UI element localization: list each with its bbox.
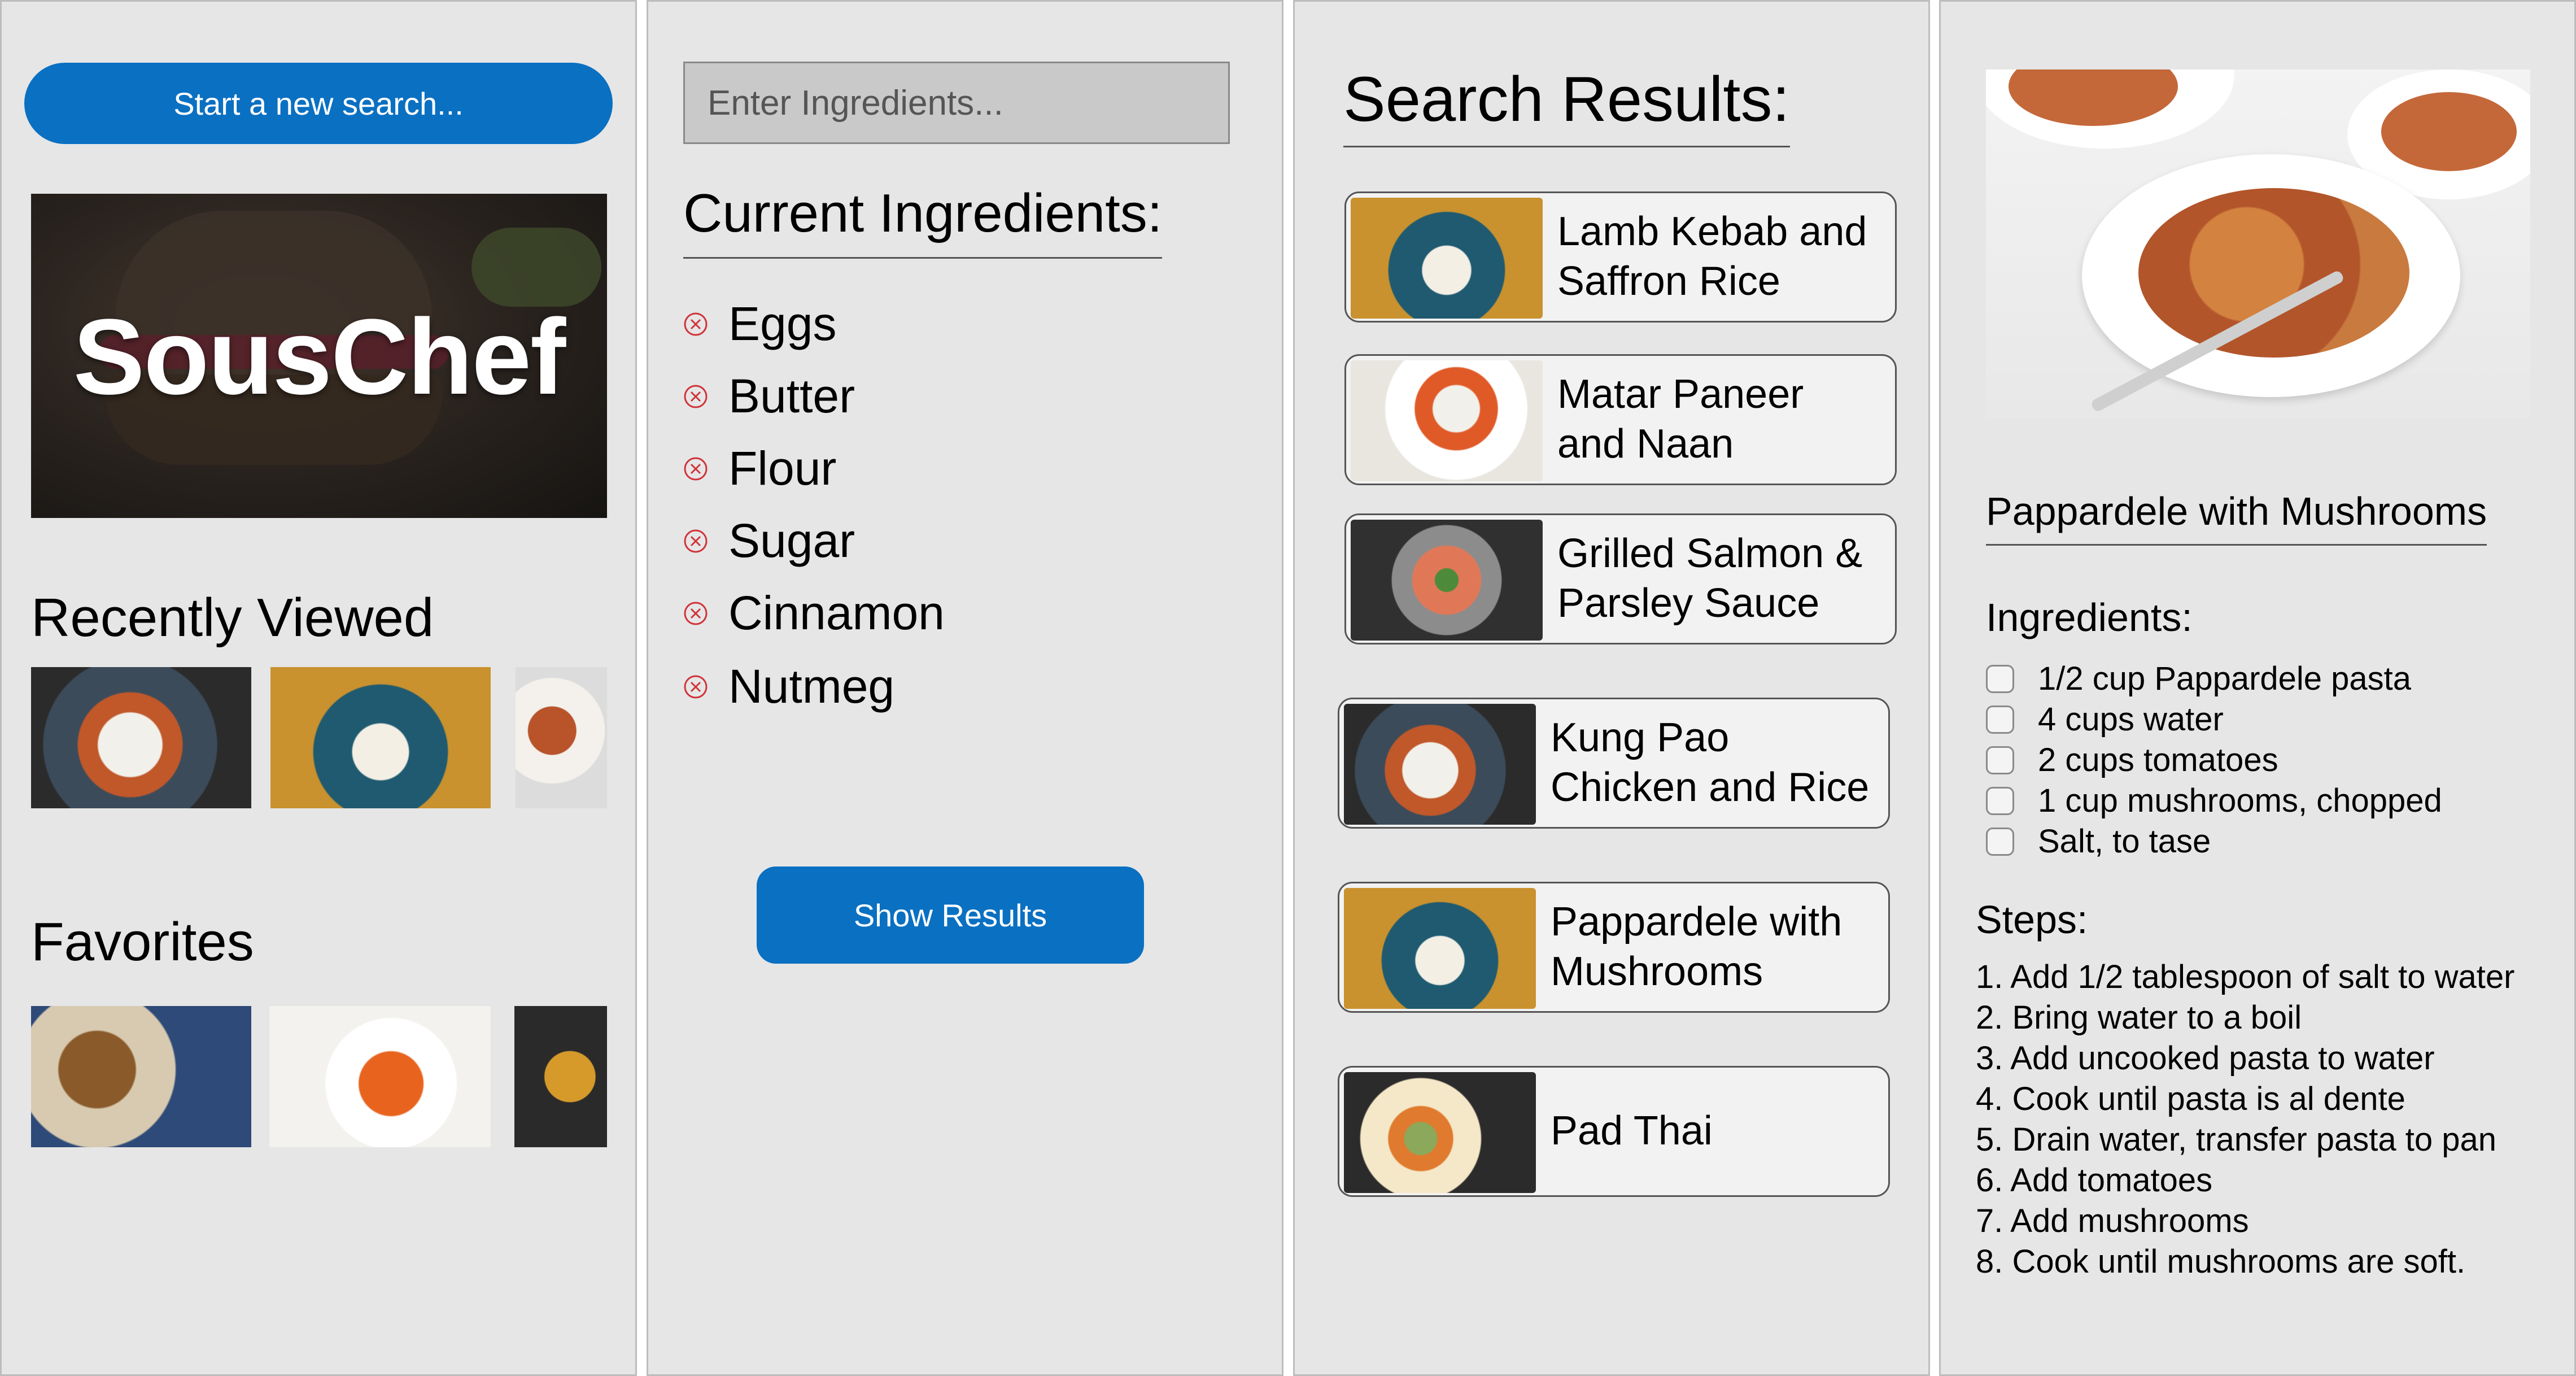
ingredient-text: 2 cups tomatoes: [2038, 742, 2278, 778]
result-card[interactable]: Pappardele with Mushrooms: [1338, 882, 1890, 1013]
ingredient-search-input[interactable]: [683, 62, 1230, 144]
result-title: Pappardele with Mushrooms: [1551, 899, 1843, 994]
result-thumbnail: [1344, 704, 1536, 825]
new-search-button[interactable]: Start a new search...: [24, 63, 613, 144]
result-thumbnail: [1344, 888, 1536, 1009]
result-title: Grilled Salmon & Parsley Sauce: [1557, 531, 1863, 626]
step-item: 7. Add mushrooms: [1976, 1203, 2249, 1239]
recent-thumbnail[interactable]: [516, 667, 607, 808]
recent-thumbnail[interactable]: [270, 667, 491, 808]
result-title: Kung Pao Chicken and Rice: [1551, 715, 1870, 810]
recently-viewed-title: Recently Viewed: [31, 587, 434, 648]
steps-heading: Steps:: [1976, 898, 2088, 942]
ingredient-label: Cinnamon: [728, 586, 945, 639]
favorite-thumbnail[interactable]: [514, 1006, 607, 1147]
ingredient-checklist-item[interactable]: 2 cups tomatoes: [1986, 741, 2278, 779]
result-card[interactable]: Matar Paneer and Naan: [1344, 354, 1897, 485]
favorite-thumbnail[interactable]: [269, 1006, 491, 1147]
favorites-title: Favorites: [31, 912, 254, 972]
recipe-title: Pappardele with Mushrooms: [1986, 489, 2487, 546]
result-thumbnail: [1351, 198, 1543, 319]
home-screen: Start a new search... SousChef Recently …: [0, 0, 637, 1376]
ingredient-checklist-item[interactable]: Salt, to tase: [1986, 822, 2211, 860]
remove-circle-x-icon[interactable]: [683, 674, 708, 699]
step-item: 3. Add uncooked pasta to water: [1976, 1040, 2435, 1077]
ingredient-checkbox[interactable]: [1986, 827, 2014, 856]
recipe-detail-screen: Pappardele with Mushrooms Ingredients: 1…: [1939, 0, 2576, 1376]
ingredient-text: 1/2 cup Pappardele pasta: [2038, 660, 2412, 697]
ingredient-label: Nutmeg: [728, 660, 895, 713]
result-card[interactable]: Lamb Kebab and Saffron Rice: [1344, 191, 1897, 323]
search-results-title: Search Results:: [1343, 63, 1790, 147]
result-thumbnail: [1351, 520, 1543, 641]
ingredient-checkbox[interactable]: [1986, 786, 2014, 815]
ingredient-item: Eggs: [683, 297, 836, 351]
ingredient-item: Flour: [683, 441, 836, 496]
result-title: Lamb Kebab and Saffron Rice: [1557, 209, 1867, 304]
ingredient-label: Sugar: [728, 514, 855, 567]
remove-circle-x-icon[interactable]: [683, 456, 708, 481]
result-card[interactable]: Kung Pao Chicken and Rice: [1338, 698, 1890, 829]
remove-circle-x-icon[interactable]: [683, 312, 708, 337]
step-item: 4. Cook until pasta is al dente: [1976, 1081, 2405, 1117]
ingredient-checklist-item[interactable]: 4 cups water: [1986, 700, 2224, 738]
step-item: 5. Drain water, transfer pasta to pan: [1976, 1121, 2497, 1158]
result-thumbnail: [1351, 360, 1543, 481]
result-title: Pad Thai: [1551, 1108, 1713, 1154]
ingredient-item: Butter: [683, 369, 855, 424]
ingredient-label: Eggs: [728, 297, 837, 350]
ingredient-checkbox[interactable]: [1986, 705, 2014, 734]
current-ingredients-title: Current Ingredients:: [683, 182, 1163, 259]
result-card[interactable]: Grilled Salmon & Parsley Sauce: [1344, 513, 1897, 645]
hero-banner: SousChef: [31, 194, 607, 518]
favorite-thumbnail[interactable]: [31, 1006, 251, 1147]
remove-circle-x-icon[interactable]: [683, 601, 708, 626]
ingredient-checklist-item[interactable]: 1/2 cup Pappardele pasta: [1986, 660, 2411, 698]
result-thumbnail: [1344, 1072, 1536, 1193]
result-title: Matar Paneer and Naan: [1557, 372, 1804, 467]
ingredient-label: Flour: [728, 442, 837, 495]
ingredient-text: Salt, to tase: [2038, 823, 2211, 860]
remove-circle-x-icon[interactable]: [683, 384, 708, 409]
ingredient-checkbox[interactable]: [1986, 664, 2014, 693]
ingredient-item: Sugar: [683, 513, 855, 568]
ingredient-item: Nutmeg: [683, 659, 894, 714]
ingredients-screen: Current Ingredients: Eggs Butter Flour S…: [647, 0, 1283, 1376]
recipe-photo: [1986, 69, 2530, 419]
ingredient-label: Butter: [728, 369, 855, 423]
app-title: SousChef: [73, 297, 566, 417]
show-results-button[interactable]: Show Results: [757, 866, 1144, 964]
ingredient-checklist-item[interactable]: 1 cup mushrooms, chopped: [1986, 782, 2442, 820]
remove-circle-x-icon[interactable]: [683, 529, 708, 554]
ingredients-heading: Ingredients:: [1986, 595, 2193, 639]
recent-thumbnail[interactable]: [31, 667, 251, 808]
step-item: 1. Add 1/2 tablespoon of salt to water: [1976, 959, 2515, 995]
ingredient-item: Cinnamon: [683, 586, 945, 641]
ingredient-text: 1 cup mushrooms, chopped: [2038, 782, 2442, 819]
ingredient-text: 4 cups water: [2038, 701, 2224, 738]
ingredient-checkbox[interactable]: [1986, 746, 2014, 774]
step-item: 2. Bring water to a boil: [1976, 999, 2302, 1036]
result-card[interactable]: Pad Thai: [1338, 1066, 1890, 1197]
step-item: 8. Cook until mushrooms are soft.: [1976, 1243, 2466, 1280]
step-item: 6. Add tomatoes: [1976, 1162, 2213, 1199]
search-results-screen: Search Results: Lamb Kebab and Saffron R…: [1293, 0, 1930, 1376]
